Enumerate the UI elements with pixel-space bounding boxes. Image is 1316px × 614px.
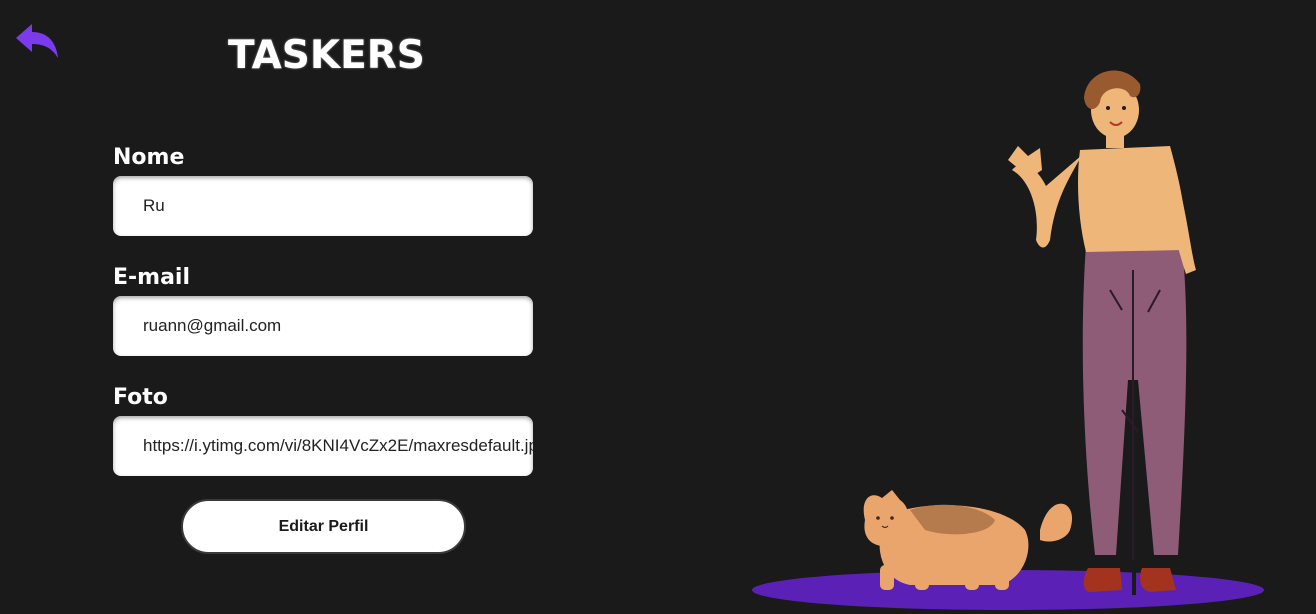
- profile-edit-page: TASKERS Nome E-mail Foto Editar Perfil: [0, 0, 1316, 614]
- email-label: E-mail: [113, 265, 191, 290]
- edit-profile-button[interactable]: Editar Perfil: [181, 499, 466, 554]
- name-field[interactable]: [113, 176, 533, 236]
- photo-url-field[interactable]: [113, 416, 533, 476]
- woman-with-cat-illustration: [752, 70, 1264, 610]
- name-label: Nome: [113, 145, 185, 170]
- back-arrow-icon[interactable]: [14, 22, 60, 62]
- email-field[interactable]: [113, 296, 533, 356]
- woman-figure: [1008, 70, 1196, 595]
- photo-label: Foto: [113, 385, 168, 410]
- profile-form: Nome E-mail Foto: [113, 140, 533, 500]
- app-logo: TASKERS: [228, 33, 425, 78]
